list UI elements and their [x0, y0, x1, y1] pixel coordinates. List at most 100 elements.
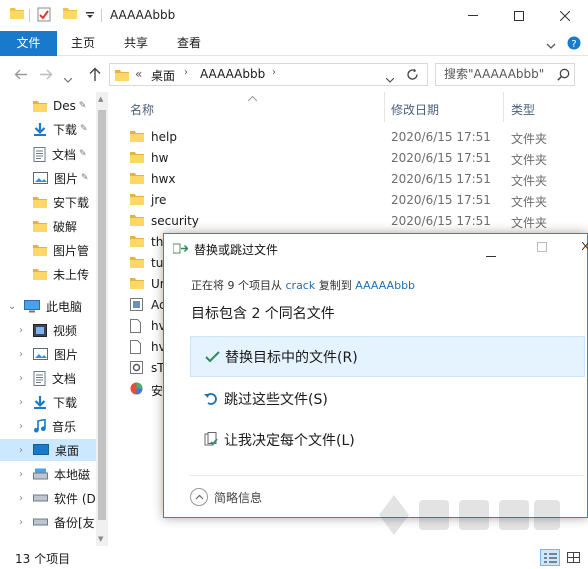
window-title: AAAAAbbb — [110, 8, 176, 22]
new-folder-icon[interactable] — [63, 7, 77, 19]
address-overflow[interactable]: « — [135, 67, 142, 81]
tab-file[interactable]: 文件 — [0, 31, 57, 56]
drive-icon — [33, 518, 48, 526]
nav-item-pictures[interactable]: › 图片 — [0, 343, 96, 365]
file-row[interactable]: security 2020/6/15 17:51 文件夹 — [118, 211, 588, 232]
close-button[interactable] — [542, 0, 588, 31]
address-bar[interactable]: « 桌面 › AAAAAbbb › — [109, 63, 428, 86]
nav-scrollbar-thumb[interactable] — [98, 110, 106, 520]
drive-icon — [33, 494, 48, 502]
tab-home[interactable]: 主页 — [60, 31, 106, 56]
column-header-type[interactable]: 类型 — [511, 101, 535, 118]
nav-item-label: 下载 — [53, 122, 78, 137]
nav-item-documents-pinned[interactable]: 文档 ✎ — [0, 143, 96, 165]
expand-chevron-icon[interactable]: › — [19, 469, 29, 480]
minimize-button[interactable] — [450, 0, 496, 31]
column-header-name[interactable]: 名称 — [130, 101, 154, 118]
nav-item-folder[interactable]: 破解 — [0, 215, 96, 237]
properties-icon[interactable] — [37, 7, 51, 22]
nav-item-desktop[interactable]: › 桌面 — [0, 439, 96, 461]
forward-arrow-icon[interactable] — [40, 69, 53, 83]
nav-item-documents[interactable]: › 文档 — [0, 367, 96, 389]
tab-view[interactable]: 查看 — [166, 31, 212, 56]
expand-chevron-icon[interactable]: › — [19, 493, 29, 504]
address-separator-chevron-icon[interactable]: › — [184, 67, 188, 78]
replace-or-skip-dialog: 替换或跳过文件 正在将 9 个项目从 crack 复制到 AAAAAbbb 目标… — [163, 233, 588, 535]
decide-each-file-option[interactable]: 让我决定每个文件(L) — [190, 419, 585, 460]
destination-folder-link[interactable]: AAAAAbbb — [355, 279, 415, 292]
file-name: hw — [151, 151, 169, 165]
column-divider[interactable] — [503, 92, 504, 122]
nav-item-software-drive[interactable]: › 软件 (D — [0, 487, 96, 509]
expand-chevron-icon[interactable]: ⌄ — [8, 301, 18, 312]
folder-icon — [33, 221, 47, 232]
address-segment-folder[interactable]: AAAAAbbb — [200, 67, 265, 81]
help-icon[interactable]: ? — [567, 36, 581, 53]
dialog-divider — [190, 475, 585, 476]
expand-chevron-icon[interactable]: › — [19, 373, 29, 384]
nav-item-label: 破解 — [53, 219, 78, 234]
nav-item-label: 音乐 — [52, 419, 77, 434]
desktop-icon — [33, 444, 49, 455]
details-view-button[interactable] — [540, 549, 560, 566]
nav-item-desktop-pinned[interactable]: Des ✎ — [0, 95, 96, 117]
picture-icon — [33, 172, 48, 184]
file-row[interactable]: hw 2020/6/15 17:51 文件夹 — [118, 148, 588, 169]
nav-item-backup-drive[interactable]: › 备份[友 — [0, 511, 96, 533]
expand-chevron-icon[interactable]: › — [19, 445, 29, 456]
expand-chevron-icon[interactable]: › — [19, 397, 29, 408]
scroll-down-arrow-icon[interactable]: ▼ — [98, 535, 103, 543]
search-icon[interactable] — [557, 68, 570, 84]
dialog-title: 替换或跳过文件 — [194, 243, 279, 257]
nav-item-label: 此电脑 — [46, 299, 83, 314]
expand-chevron-icon[interactable]: › — [19, 349, 29, 360]
replace-files-option[interactable]: 替换目标中的文件(R) — [190, 336, 585, 377]
nav-item-folder[interactable]: 安下载 — [0, 191, 96, 213]
nav-item-videos[interactable]: › 视频 — [0, 319, 96, 341]
file-row[interactable]: jre 2020/6/15 17:51 文件夹 — [118, 190, 588, 211]
customize-toolbar-chevron-icon[interactable] — [86, 12, 94, 18]
maximize-button[interactable] — [496, 0, 542, 31]
dialog-close-button[interactable] — [581, 241, 588, 255]
back-arrow-icon[interactable] — [14, 69, 27, 83]
recent-locations-chevron-icon[interactable] — [63, 72, 73, 86]
address-segment-desktop[interactable]: 桌面 — [151, 67, 175, 84]
nav-item-pictures-pinned[interactable]: 图片 ✎ — [0, 167, 96, 189]
nav-item-folder[interactable]: 未上传 — [0, 263, 96, 285]
decide-icon — [200, 432, 222, 447]
skip-files-option[interactable]: 跳过这些文件(S) — [190, 378, 585, 419]
skip-files-label: 跳过这些文件(S) — [224, 391, 328, 408]
refresh-icon[interactable] — [406, 68, 419, 84]
expand-chevron-icon[interactable]: › — [19, 421, 29, 432]
file-name: hwx — [151, 172, 176, 186]
dialog-minimize-button[interactable] — [486, 246, 496, 260]
fewer-details-button[interactable]: 简略信息 — [190, 486, 262, 508]
nav-item-this-pc[interactable]: ⌄ 此电脑 — [0, 295, 96, 317]
nav-item-local-disk[interactable]: › 本地磁 — [0, 463, 96, 485]
expand-chevron-icon[interactable]: › — [19, 517, 29, 528]
column-divider[interactable] — [384, 92, 385, 122]
nav-item-downloads[interactable]: › 下载 — [0, 391, 96, 413]
progress-mid: 个项目从 — [238, 279, 282, 292]
quick-access-folder-icon[interactable] — [10, 7, 24, 19]
column-header-date[interactable]: 修改日期 — [391, 101, 439, 118]
tab-share[interactable]: 共享 — [113, 31, 159, 56]
nav-item-downloads-pinned[interactable]: 下载 ✎ — [0, 118, 96, 140]
address-history-chevron-icon[interactable] — [385, 72, 395, 86]
address-separator-chevron-icon[interactable]: › — [272, 67, 276, 78]
file-row[interactable]: hwx 2020/6/15 17:51 文件夹 — [118, 169, 588, 190]
file-row[interactable]: help 2020/6/15 17:51 文件夹 — [118, 127, 588, 148]
file-name: th — [151, 235, 164, 249]
list-header: 名称 修改日期 类型 — [118, 92, 588, 122]
expand-ribbon-chevron-icon[interactable] — [546, 39, 556, 53]
source-folder-link[interactable]: crack — [286, 279, 316, 292]
nav-item-music[interactable]: › 音乐 — [0, 415, 96, 437]
large-icons-view-button[interactable] — [564, 549, 584, 566]
nav-item-folder[interactable]: 图片管 — [0, 239, 96, 261]
music-icon — [34, 419, 46, 433]
up-arrow-icon[interactable] — [89, 67, 101, 84]
expand-chevron-icon[interactable]: › — [19, 325, 29, 336]
folder-icon — [33, 101, 47, 112]
search-input[interactable]: 搜索"AAAAAbbb" — [435, 63, 575, 86]
scroll-up-arrow-icon[interactable]: ▲ — [98, 95, 103, 103]
